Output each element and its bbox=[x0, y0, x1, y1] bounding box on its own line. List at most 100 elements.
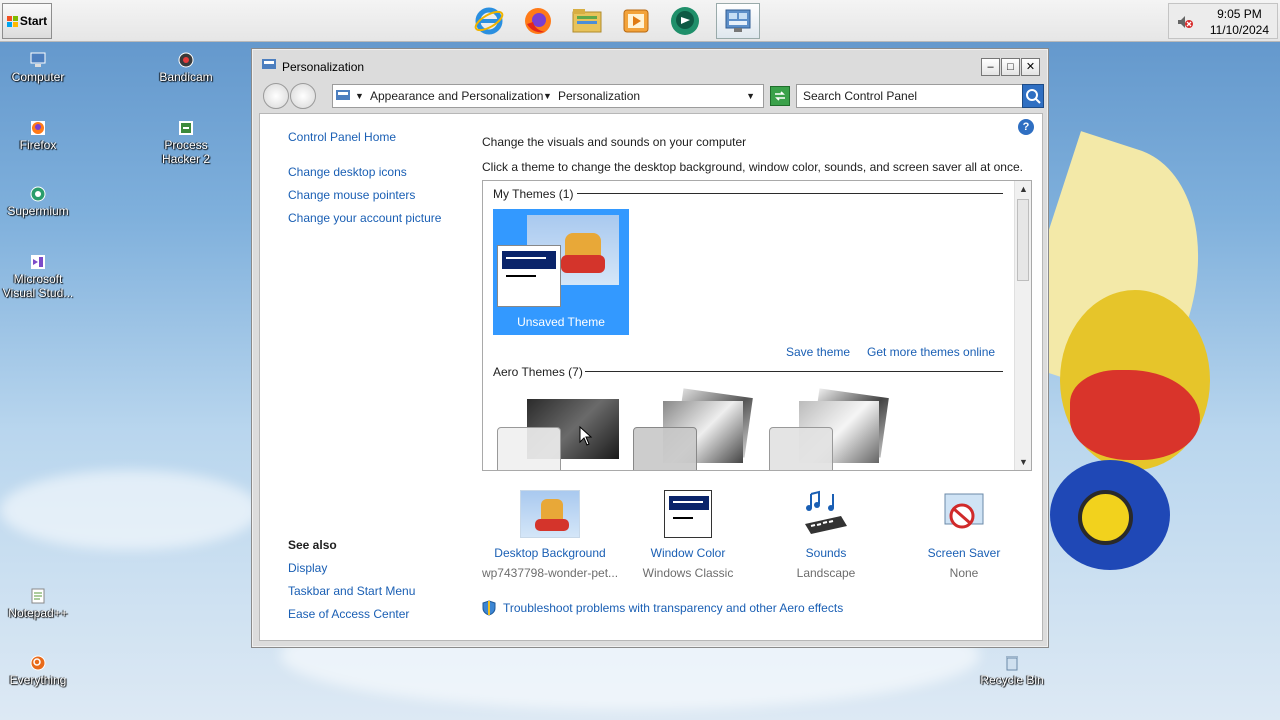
theme-list-scrollbar[interactable]: ▲ ▼ bbox=[1014, 181, 1031, 470]
search-icon[interactable] bbox=[1022, 84, 1044, 108]
window-title: Personalization bbox=[282, 60, 365, 74]
address-bar-row: ▼ Appearance and Personalization ▼ Perso… bbox=[260, 81, 1044, 111]
change-account-picture-link[interactable]: Change your account picture bbox=[288, 211, 441, 225]
change-mouse-pointers-link[interactable]: Change mouse pointers bbox=[288, 188, 415, 202]
desktop-icon-visual-studio[interactable]: Microsoft Visual Stud... bbox=[0, 254, 76, 300]
start-button[interactable]: Start bbox=[2, 3, 52, 39]
desktop-background-link[interactable]: Desktop Background bbox=[480, 546, 620, 560]
windows-logo-icon bbox=[6, 15, 18, 27]
supermium-icon bbox=[30, 186, 46, 202]
personalization-window: Personalization – □ ✕ ▼ Appearance and P… bbox=[251, 48, 1049, 648]
control-panel-location-icon bbox=[336, 89, 350, 106]
close-button[interactable]: ✕ bbox=[1021, 58, 1040, 76]
theme-window-preview bbox=[497, 245, 561, 307]
aero-theme-tile[interactable] bbox=[633, 388, 757, 470]
window-color-icon bbox=[664, 490, 712, 538]
screen-saver-link[interactable]: Screen Saver bbox=[894, 546, 1034, 560]
bandicam-icon bbox=[178, 52, 194, 68]
maximize-button[interactable]: □ bbox=[1001, 58, 1020, 76]
content-pane: ? Control Panel Home Change desktop icon… bbox=[259, 113, 1043, 641]
search-placeholder: Search Control Panel bbox=[803, 89, 918, 103]
aero-themes-heading: Aero Themes (7) bbox=[493, 365, 583, 379]
ease-of-access-link[interactable]: Ease of Access Center bbox=[288, 607, 409, 621]
address-bar[interactable]: ▼ Appearance and Personalization ▼ Perso… bbox=[332, 84, 764, 108]
desktop-icon-label: Computer bbox=[11, 70, 65, 84]
scroll-down-icon[interactable]: ▼ bbox=[1015, 454, 1031, 470]
change-desktop-icons-link[interactable]: Change desktop icons bbox=[288, 165, 407, 179]
back-button[interactable] bbox=[263, 83, 289, 109]
desktop-background-item[interactable]: Desktop Background wp7437798-wonder-pet.… bbox=[480, 490, 620, 580]
scroll-up-icon[interactable]: ▲ bbox=[1015, 181, 1031, 197]
mouse-cursor-icon bbox=[579, 426, 593, 446]
wallpaper-cloud bbox=[0, 470, 260, 550]
clock[interactable]: 9:05 PM 11/10/2024 bbox=[1210, 6, 1269, 38]
help-icon[interactable]: ? bbox=[1018, 119, 1034, 135]
screen-saver-icon bbox=[939, 490, 989, 538]
sounds-icon bbox=[801, 490, 851, 538]
breadcrumb-chevron-icon[interactable]: ▼ bbox=[355, 91, 364, 101]
desktop-icon-label: Supermium bbox=[7, 204, 69, 218]
scroll-thumb[interactable] bbox=[1017, 199, 1029, 281]
desktop-icon-label: Microsoft Visual Stud... bbox=[2, 272, 74, 300]
desktop-icon-everything[interactable]: Everything bbox=[0, 655, 76, 687]
sounds-item[interactable]: Sounds Landscape bbox=[756, 490, 896, 580]
desktop-background-value: wp7437798-wonder-pet... bbox=[481, 566, 619, 580]
unsaved-theme-label: Unsaved Theme bbox=[517, 315, 605, 329]
group-divider bbox=[585, 371, 1003, 372]
unsaved-theme-tile[interactable]: Unsaved Theme bbox=[493, 209, 629, 335]
page-description: Click a theme to change the desktop back… bbox=[482, 160, 1023, 174]
title-bar[interactable]: Personalization – □ ✕ bbox=[252, 49, 1048, 81]
breadcrumb-appearance[interactable]: Appearance and Personalization bbox=[370, 89, 543, 103]
taskbar: Start 9:05 PM 11/10/2024 bbox=[0, 0, 1280, 42]
desktop-icon-label: Firefox bbox=[19, 138, 57, 152]
window-color-link[interactable]: Window Color bbox=[618, 546, 758, 560]
chat-app-icon[interactable] bbox=[666, 3, 704, 39]
computer-icon bbox=[30, 52, 46, 68]
notepadpp-icon bbox=[30, 588, 46, 604]
desktop-icon-label: Process Hacker 2 bbox=[161, 138, 211, 166]
volume-muted-icon[interactable] bbox=[1177, 15, 1193, 29]
media-player-icon[interactable] bbox=[617, 3, 655, 39]
search-input[interactable]: Search Control Panel bbox=[796, 84, 1044, 108]
screen-saver-item[interactable]: Screen Saver None bbox=[894, 490, 1034, 580]
address-dropdown-icon[interactable]: ▼ bbox=[746, 91, 755, 101]
control-panel-icon[interactable] bbox=[716, 3, 760, 39]
page-heading: Change the visuals and sounds on your co… bbox=[482, 135, 747, 149]
control-panel-home-link[interactable]: Control Panel Home bbox=[288, 130, 396, 144]
desktop-icon-firefox[interactable]: Firefox bbox=[0, 120, 76, 152]
breadcrumb-personalization[interactable]: Personalization bbox=[558, 89, 640, 103]
personalization-icon bbox=[262, 59, 276, 71]
desktop-icon-supermium[interactable]: Supermium bbox=[0, 186, 76, 218]
screen-saver-value: None bbox=[949, 566, 979, 580]
start-label: Start bbox=[19, 14, 48, 28]
firefox-icon bbox=[30, 120, 46, 136]
taskbar-start-menu-link[interactable]: Taskbar and Start Menu bbox=[288, 584, 415, 598]
desktop-icon-label: Notepad++ bbox=[8, 606, 68, 620]
my-themes-heading: My Themes (1) bbox=[493, 187, 574, 201]
internet-explorer-icon[interactable] bbox=[470, 3, 508, 39]
clock-time: 9:05 PM bbox=[1217, 7, 1262, 21]
forward-button[interactable] bbox=[290, 83, 316, 109]
refresh-button[interactable] bbox=[770, 86, 790, 106]
desktop-icon-label: Bandicam bbox=[159, 70, 213, 84]
system-tray: 9:05 PM 11/10/2024 bbox=[1168, 3, 1278, 39]
desktop-icon-computer[interactable]: Computer bbox=[0, 52, 76, 84]
display-link[interactable]: Display bbox=[288, 561, 327, 575]
aero-theme-tile[interactable] bbox=[497, 399, 621, 470]
desktop-icon-recycle-bin[interactable]: Recycle Bin bbox=[974, 655, 1050, 687]
desktop-icon-bandicam[interactable]: Bandicam bbox=[148, 52, 224, 84]
desktop-icon-notepadpp[interactable]: Notepad++ bbox=[0, 588, 76, 620]
sounds-link[interactable]: Sounds bbox=[756, 546, 896, 560]
troubleshoot-aero-link[interactable]: Troubleshoot problems with transparency … bbox=[503, 601, 843, 615]
file-explorer-icon[interactable] bbox=[568, 3, 606, 39]
breadcrumb-chevron-icon[interactable]: ▼ bbox=[543, 91, 552, 101]
aero-theme-tile[interactable] bbox=[769, 388, 893, 470]
group-divider bbox=[577, 193, 1003, 194]
theme-list[interactable]: My Themes (1) Unsaved Theme Save theme G… bbox=[482, 180, 1032, 471]
save-theme-link[interactable]: Save theme bbox=[786, 345, 850, 359]
minimize-button[interactable]: – bbox=[981, 58, 1000, 76]
desktop-icon-process-hacker[interactable]: Process Hacker 2 bbox=[148, 120, 224, 166]
window-color-item[interactable]: Window Color Windows Classic bbox=[618, 490, 758, 580]
firefox-icon[interactable] bbox=[519, 3, 557, 39]
get-more-themes-link[interactable]: Get more themes online bbox=[867, 345, 995, 359]
